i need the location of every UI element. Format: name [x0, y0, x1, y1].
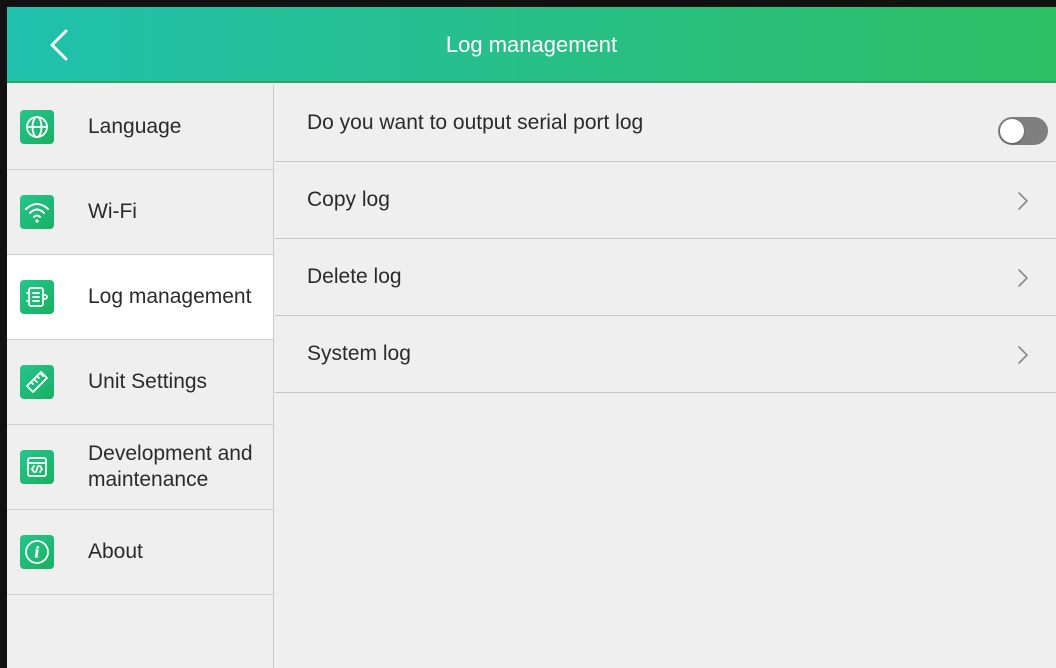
serial-port-log-toggle[interactable] [998, 117, 1048, 145]
row-label: System log [307, 342, 411, 365]
code-icon [20, 450, 54, 484]
sidebar-item-label: Development and maintenance [88, 442, 253, 491]
sidebar-item-about[interactable]: i About [7, 510, 273, 595]
settings-row-serial-port-log: Do you want to output serial port log [275, 85, 1056, 162]
sidebar-item-log-management[interactable]: Log management [7, 255, 273, 340]
chevron-right-icon [1018, 346, 1028, 364]
sidebar-item-unit-settings[interactable]: Unit Settings [7, 340, 273, 425]
row-label: Do you want to output serial port log [307, 111, 644, 134]
settings-row-copy-log[interactable]: Copy log [275, 162, 1056, 239]
ruler-icon [20, 365, 54, 399]
svg-text:i: i [34, 544, 40, 562]
sidebar-item-label: Wi-Fi [88, 200, 137, 223]
back-button[interactable] [37, 23, 81, 67]
row-label: Delete log [307, 265, 402, 288]
log-icon [20, 280, 54, 314]
sidebar-item-label: Language [88, 115, 182, 138]
chevron-left-icon [50, 29, 68, 61]
toggle-knob [1000, 119, 1024, 143]
settings-row-delete-log[interactable]: Delete log [275, 239, 1056, 316]
sidebar-item-label: Log management [88, 285, 252, 308]
app-window: Log management Language Wi-Fi Log manage… [0, 0, 1056, 668]
settings-row-system-log[interactable]: System log [275, 316, 1056, 393]
header-bar: Log management [7, 7, 1056, 83]
chevron-right-icon [1018, 192, 1028, 210]
sidebar-item-wifi[interactable]: Wi-Fi [7, 170, 273, 255]
chevron-right-icon [1018, 269, 1028, 287]
sidebar: Language Wi-Fi Log management Unit Setti… [7, 85, 274, 668]
globe-icon [20, 110, 54, 144]
sidebar-item-language[interactable]: Language [7, 85, 273, 170]
row-label: Copy log [307, 188, 390, 211]
info-icon: i [20, 535, 54, 569]
sidebar-item-development[interactable]: Development and maintenance [7, 425, 273, 510]
page-title: Log management [445, 32, 618, 57]
sidebar-item-label: Unit Settings [88, 370, 208, 393]
wifi-icon [20, 195, 54, 229]
main-panel: Do you want to output serial port log Co… [275, 85, 1056, 668]
sidebar-item-label: About [88, 540, 143, 563]
